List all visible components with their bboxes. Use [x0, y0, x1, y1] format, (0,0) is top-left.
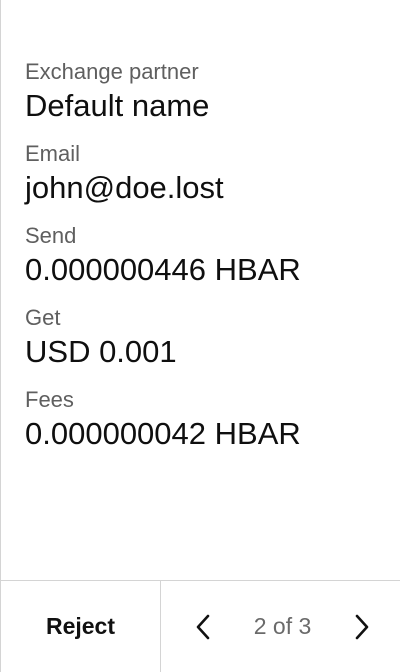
page-indicator: 2 of 3: [253, 613, 312, 639]
get-value: USD 0.001: [25, 334, 177, 369]
send-value: 0.000000446 HBAR: [25, 252, 301, 287]
chevron-left-icon: [196, 614, 210, 639]
reject-button[interactable]: Reject: [1, 581, 161, 672]
next-page-button[interactable]: [348, 611, 376, 643]
chevron-right-icon: [355, 614, 369, 639]
exchange-partner-field: Exchange partner Default name: [25, 58, 380, 126]
email-value: john@doe.lost: [25, 170, 224, 205]
fees-label: Fees: [25, 387, 74, 412]
transaction-review-panel: Exchange partner Default name Email john…: [0, 0, 400, 672]
transaction-details: Exchange partner Default name Email john…: [25, 58, 380, 468]
email-label: Email: [25, 141, 81, 166]
get-label: Get: [25, 305, 61, 330]
send-label: Send: [25, 223, 77, 248]
exchange-partner-label: Exchange partner: [25, 59, 199, 84]
get-field: Get USD 0.001: [25, 304, 380, 372]
fees-value: 0.000000042 HBAR: [25, 416, 301, 451]
pagination: 2 of 3: [161, 581, 400, 672]
fees-field: Fees 0.000000042 HBAR: [25, 386, 380, 454]
exchange-partner-value: Default name: [25, 88, 210, 123]
action-footer: Reject 2 of 3: [1, 580, 400, 672]
send-field: Send 0.000000446 HBAR: [25, 222, 380, 290]
previous-page-button[interactable]: [189, 611, 217, 643]
email-field: Email john@doe.lost: [25, 140, 380, 208]
